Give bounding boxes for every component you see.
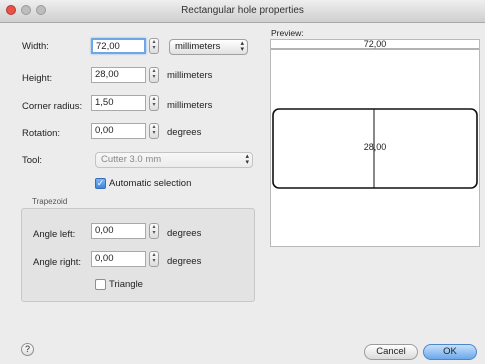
help-button[interactable]: ?: [21, 343, 34, 356]
angle-right-stepper[interactable]: ▴ ▾: [149, 251, 159, 267]
preview-label: Preview:: [271, 28, 304, 38]
rotation-field[interactable]: 0,00: [91, 123, 146, 139]
corner-radius-field[interactable]: 1,50: [91, 95, 146, 111]
triangle-checkbox[interactable]: [95, 279, 106, 290]
window-title: Rectangular hole properties: [181, 5, 304, 16]
height-unit: millimeters: [167, 70, 213, 81]
corner-radius-label: Corner radius:: [22, 101, 83, 112]
automatic-selection-checkbox[interactable]: ✓: [95, 178, 106, 189]
rotation-label: Rotation:: [22, 128, 61, 139]
angle-right-label: Angle right:: [33, 257, 82, 268]
tool-select-value: Cutter 3.0 mm: [101, 154, 162, 165]
width-unit-value: millimeters: [175, 41, 221, 52]
preview-width-text: 72,00: [363, 39, 387, 49]
corner-radius-unit: millimeters: [167, 100, 213, 111]
corner-radius-stepper[interactable]: ▴ ▾: [149, 95, 159, 111]
triangle-label[interactable]: Triangle: [109, 279, 143, 290]
angle-left-unit: degrees: [167, 228, 202, 239]
rotation-stepper[interactable]: ▴ ▾: [149, 123, 159, 139]
updown-arrow-icon: ▴ ▾: [240, 40, 244, 53]
angle-right-field[interactable]: 0,00: [91, 251, 146, 267]
width-stepper[interactable]: ▴ ▾: [149, 38, 159, 54]
tool-select[interactable]: Cutter 3.0 mm ▴ ▾: [95, 152, 253, 168]
rotation-unit: degrees: [167, 127, 202, 138]
title-bar: Rectangular hole properties: [0, 0, 485, 23]
height-stepper[interactable]: ▴ ▾: [149, 67, 159, 83]
ok-button[interactable]: OK: [423, 344, 477, 360]
angle-left-field[interactable]: 0,00: [91, 223, 146, 239]
width-field[interactable]: 72,00: [91, 38, 146, 54]
height-label: Height:: [22, 73, 53, 84]
width-label: Width:: [22, 41, 49, 52]
preview-canvas: 72,00 28,00: [270, 39, 480, 247]
width-unit-select[interactable]: millimeters ▴ ▾: [169, 39, 248, 55]
trapezoid-group-title: Trapezoid: [32, 197, 68, 206]
cancel-button[interactable]: Cancel: [364, 344, 418, 360]
tool-label: Tool:: [22, 155, 43, 166]
angle-right-unit: degrees: [167, 256, 202, 267]
height-field[interactable]: 28,00: [91, 67, 146, 83]
preview-height-text: 28,00: [363, 142, 387, 152]
angle-left-label: Angle left:: [33, 229, 76, 240]
automatic-selection-label[interactable]: Automatic selection: [109, 178, 191, 189]
dialog-window: Rectangular hole properties Width: 72,00…: [0, 0, 485, 364]
angle-left-stepper[interactable]: ▴ ▾: [149, 223, 159, 239]
updown-arrow-icon: ▴ ▾: [245, 153, 249, 166]
